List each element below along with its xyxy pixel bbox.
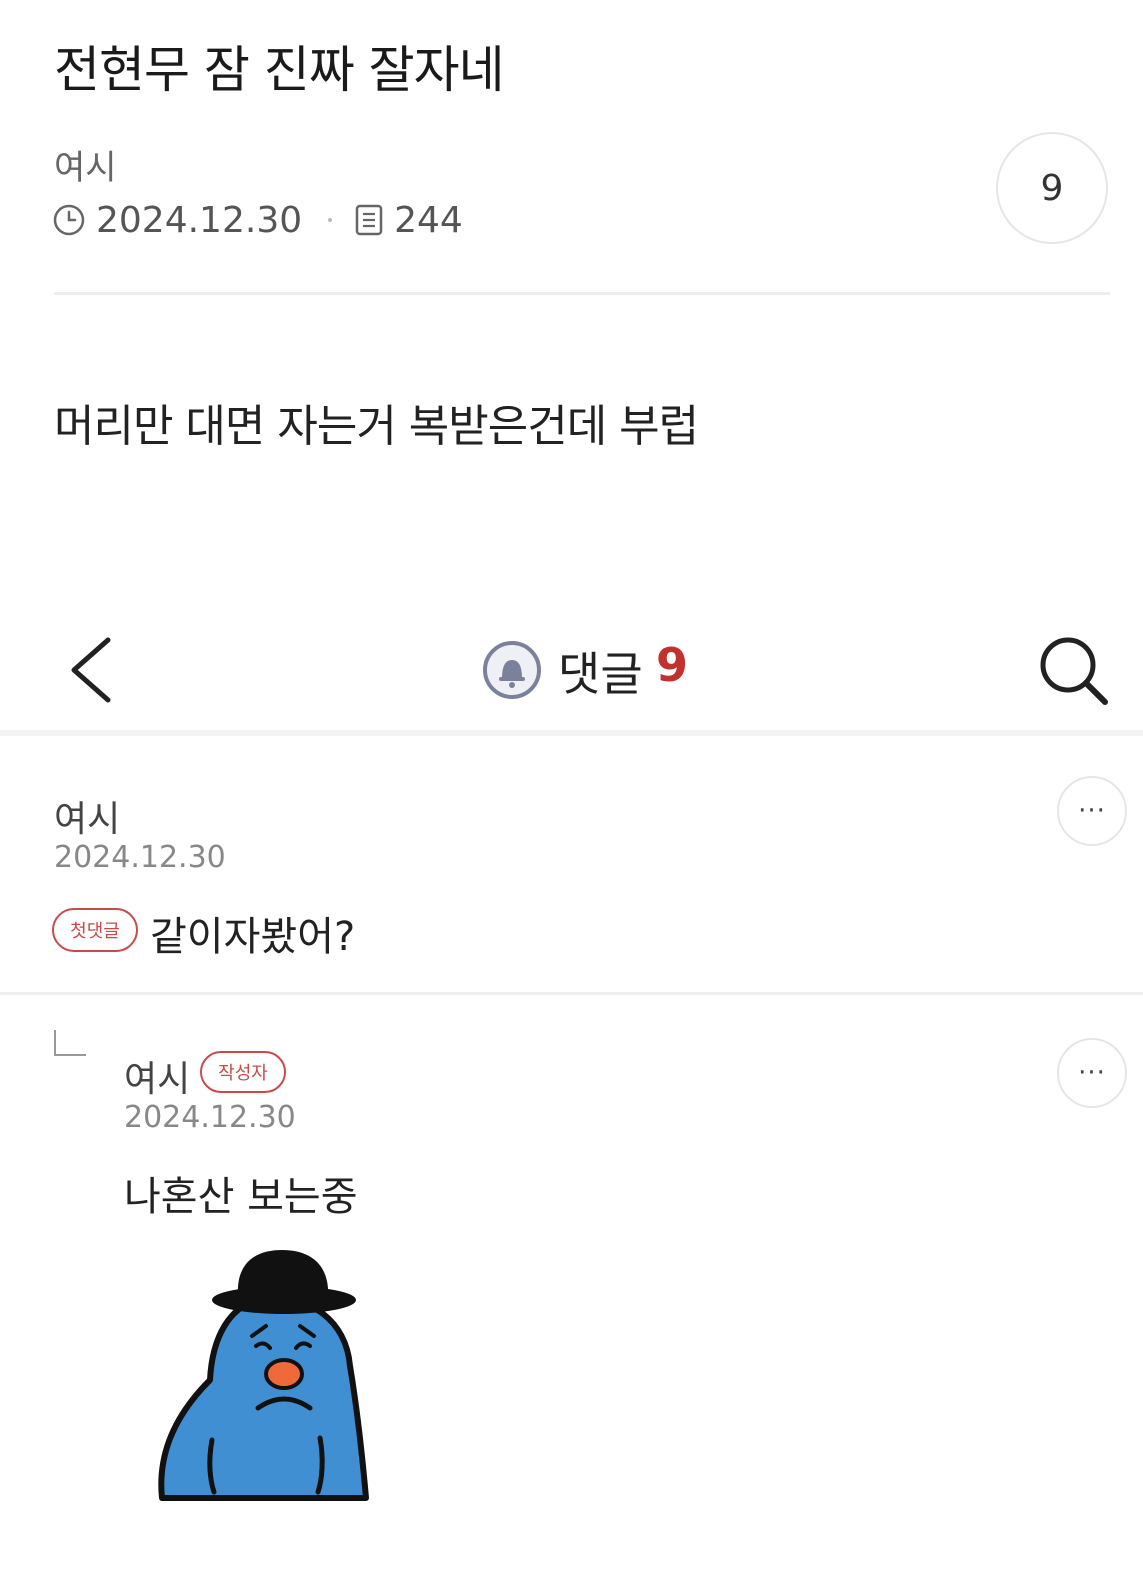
- comment-count-button[interactable]: 9: [996, 132, 1108, 244]
- divider: [0, 730, 1143, 736]
- post-views: 244: [394, 199, 463, 241]
- divider: [0, 992, 1143, 995]
- back-chevron-icon[interactable]: [60, 630, 130, 710]
- post-title: 전현무 잠 진짜 잘자네: [54, 41, 505, 99]
- author-badge: 작성자: [200, 1051, 286, 1093]
- comment-text: 같이자봤어?: [150, 914, 356, 960]
- views-icon: [354, 204, 384, 236]
- post-meta: 2024.12.30 244: [52, 198, 463, 242]
- more-dots-icon: ···: [1078, 1058, 1106, 1088]
- comment-date: 2024.12.30: [54, 840, 226, 875]
- comment-author[interactable]: 여시: [54, 790, 120, 842]
- bell-icon[interactable]: [482, 640, 542, 700]
- more-options-button[interactable]: ···: [1057, 1038, 1127, 1108]
- reply-indicator-icon: [54, 1030, 86, 1056]
- post-author[interactable]: 여시: [54, 140, 117, 189]
- divider: [54, 292, 1110, 295]
- post-date: 2024.12.30: [96, 199, 303, 241]
- more-options-button[interactable]: ···: [1057, 776, 1127, 846]
- more-dots-icon: ···: [1078, 796, 1106, 826]
- comments-count: 9: [656, 638, 689, 692]
- search-icon[interactable]: [1035, 632, 1111, 708]
- comment-date: 2024.12.30: [124, 1100, 296, 1135]
- first-comment-badge: 첫댓글: [52, 908, 138, 952]
- post-body: 머리만 대면 자는거 복받은건데 부럽: [54, 401, 699, 452]
- meta-separator: [328, 218, 333, 222]
- clock-icon: [52, 203, 86, 237]
- blue-character-sticker: [150, 1240, 380, 1510]
- comments-label: 댓글: [558, 647, 643, 701]
- comment-count-value: 9: [1040, 167, 1064, 209]
- comment-text: 나혼산 보는중: [124, 1174, 358, 1220]
- comment-author[interactable]: 여시: [124, 1050, 190, 1102]
